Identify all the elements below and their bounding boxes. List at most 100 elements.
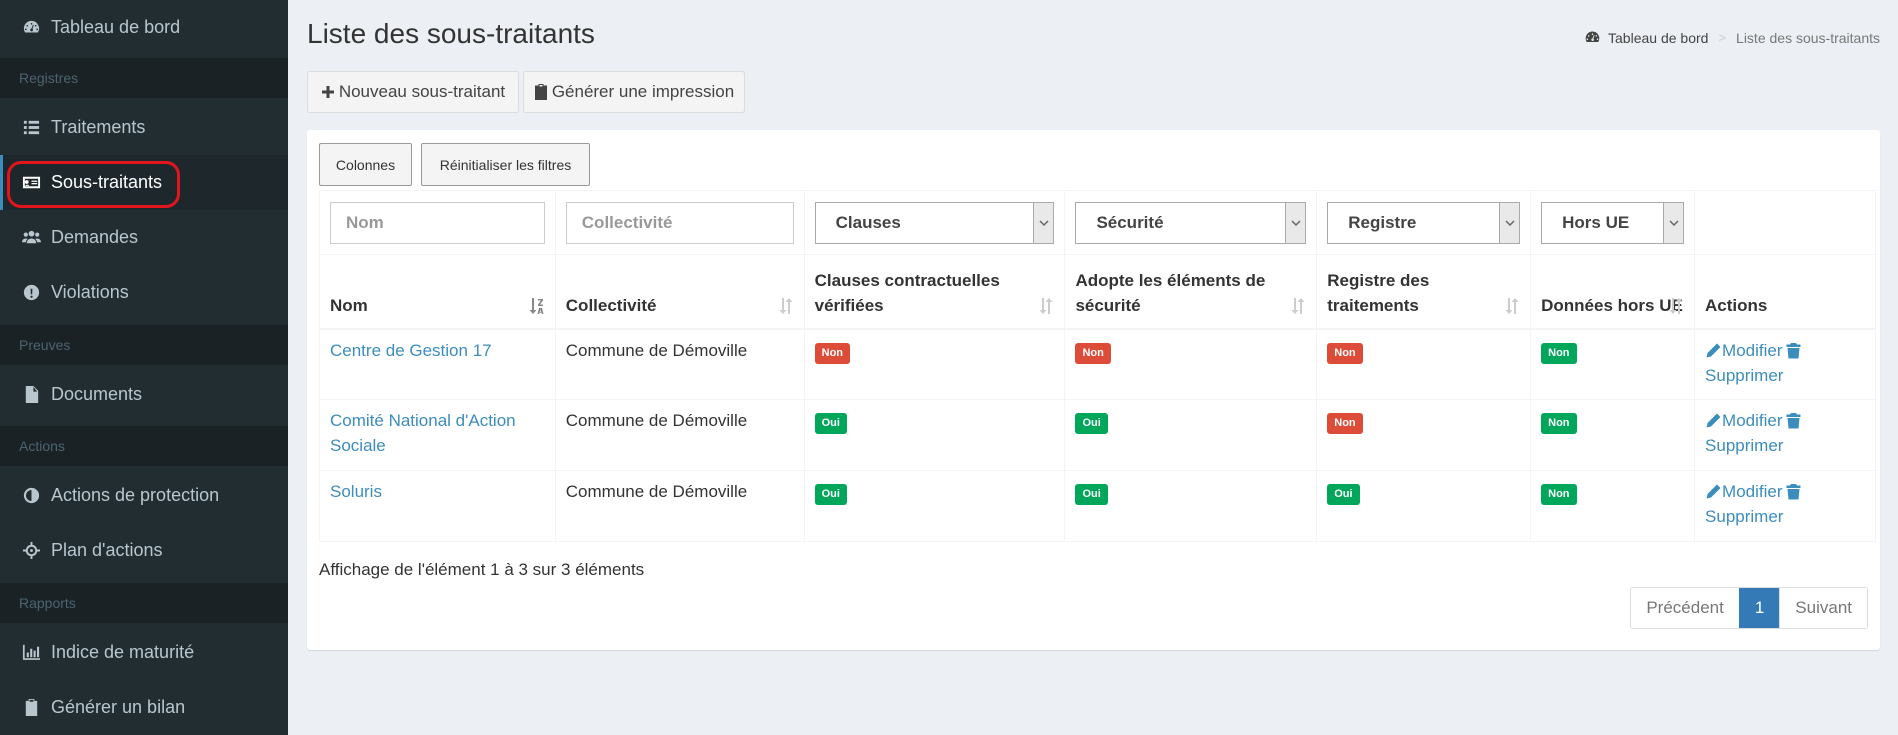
subcontractors-box: Colonnes Réinitialiser les filtres Nom C… [307,130,1880,650]
sidebar-item-violations[interactable]: Violations [0,265,288,320]
registre-filter-value: Registre [1348,212,1417,232]
sidebar-item-plan-actions[interactable]: Plan d'actions [0,523,288,578]
dashboard-icon [21,18,41,38]
column-header-collectivite[interactable]: Collectivité [554,254,805,330]
sidebar-item-traitements[interactable]: Traitements [0,100,288,155]
sidebar-item-dashboard[interactable]: Tableau de bord [0,0,288,55]
pencil-icon [1706,413,1721,428]
column-header-label: Nom [330,295,368,315]
column-header-clauses[interactable]: Clauses contractuelles vérifiées [803,254,1066,330]
pencil-icon [1706,484,1721,499]
delete-link[interactable]: Supprimer [1705,366,1783,385]
sort-icon [1504,296,1520,316]
id-card-icon [21,173,41,193]
status-badge: Oui [1075,413,1108,434]
sidebar-section-actions: Actions [0,426,288,466]
sidebar-item-label: Sous-traitants [51,172,163,192]
status-badge: Non [1075,342,1111,364]
edit-link[interactable]: Modifier [1705,338,1783,363]
sidebar-item-label: Indice de maturité [51,642,195,662]
print-button[interactable]: Générer une impression [523,71,745,113]
delete-link[interactable]: Supprimer [1705,507,1783,526]
list-icon [21,118,41,138]
sidebar-item-label: Plan d'actions [51,540,163,560]
securite-filter-select[interactable]: Sécurité [1075,201,1307,244]
column-header-label: Adopte les éléments de sécurité [1075,270,1266,315]
sidebar-item-documents[interactable]: Documents [0,367,288,422]
reset-filters-button[interactable]: Réinitialiser les filtres [421,143,590,186]
subcontractor-name-link[interactable]: Soluris [330,482,382,501]
sidebar-item-demandes[interactable]: Demandes [0,210,288,265]
status-badge: Non [1327,413,1363,434]
clipboard-icon [21,698,41,718]
status-badge: Non [1327,342,1363,364]
sidebar-section-preuves: Preuves [0,325,288,365]
trash-icon[interactable] [1785,483,1802,500]
adjust-icon [21,486,41,506]
registre-filter-select[interactable]: Registre [1327,201,1521,244]
trash-icon[interactable] [1785,342,1802,359]
table-row: Comité National d'Action Sociale Commune… [319,399,1876,471]
trash-icon[interactable] [1785,412,1802,429]
status-badge: Oui [814,413,847,434]
breadcrumb-current: Liste des sous-traitants [1736,29,1880,46]
delete-link[interactable]: Supprimer [1705,436,1783,455]
header-row: Nom Collectivité Clauses contractuelles … [319,254,1876,330]
new-subcontractor-label: Nouveau sous-traitant [338,82,506,101]
collectivite-filter-input[interactable]: Collectivité [565,201,794,244]
column-header-actions: Actions [1694,254,1876,330]
column-header-hors-ue[interactable]: Données hors UE [1530,254,1696,330]
column-header-label: Collectivité [565,295,657,315]
chevron-down-icon [1663,202,1684,243]
status-badge: Oui [1327,484,1360,505]
breadcrumb-home[interactable]: Tableau de bord [1584,29,1708,46]
edit-label: Modifier [1722,482,1783,501]
table-row: Soluris Commune de Démoville Oui Oui Oui… [319,470,1876,542]
page-1-button[interactable]: 1 [1738,588,1780,628]
filter-row: Nom Collectivité Clauses Sécurité Regist… [319,190,1876,255]
sidebar-item-label: Tableau de bord [51,17,181,37]
next-page-button[interactable]: Suivant [1779,588,1867,628]
chevron-down-icon [1033,202,1054,243]
nom-filter-input[interactable]: Nom [330,201,545,244]
exclamation-circle-icon [21,283,41,303]
column-header-nom[interactable]: Nom [319,254,556,330]
column-header-registre[interactable]: Registre des traitements [1316,254,1532,330]
column-header-label: Données hors UE [1541,295,1683,315]
dashboard-icon [1585,31,1600,43]
subcontractor-name-link[interactable]: Centre de Gestion 17 [330,341,492,360]
sidebar-item-label: Traitements [51,117,146,137]
column-header-securite[interactable]: Adopte les éléments de sécurité [1064,254,1318,330]
new-subcontractor-button[interactable]: Nouveau sous-traitant [307,71,519,113]
sort-icon [778,296,794,316]
collectivite-cell: Commune de Démoville [565,340,748,360]
sidebar-section-rapports: Rapports [0,583,288,623]
edit-link[interactable]: Modifier [1705,479,1783,504]
sidebar-item-indice-maturite[interactable]: Indice de maturité [0,625,288,680]
file-icon [21,385,41,405]
hors-ue-filter-select[interactable]: Hors UE [1541,201,1685,244]
sidebar: Tableau de bord Registres Traitements So… [0,0,288,735]
edit-link[interactable]: Modifier [1705,408,1783,433]
subcontractors-table: Nom Collectivité Clauses Sécurité Regist… [319,190,1876,542]
clauses-filter-select[interactable]: Clauses [814,201,1055,244]
sidebar-item-sous-traitants[interactable]: Sous-traitants [0,155,288,210]
sort-alpha-icon [529,296,545,316]
collectivite-cell: Commune de Démoville [565,482,748,501]
status-badge: Oui [814,484,847,505]
edit-label: Modifier [1722,411,1783,430]
clipboard-icon [534,84,547,100]
previous-page-button[interactable]: Précédent [1631,588,1739,628]
securite-filter-value: Sécurité [1096,212,1164,232]
edit-label: Modifier [1722,340,1783,360]
sidebar-item-label: Demandes [51,227,139,247]
sidebar-item-label: Générer un bilan [51,697,186,717]
sidebar-section-registres: Registres [0,58,288,98]
sidebar-item-actions-protection[interactable]: Actions de protection [0,468,288,523]
column-header-label: Clauses contractuelles vérifiées [814,270,1000,315]
table-info: Affichage de l'élément 1 à 3 sur 3 éléme… [319,560,645,579]
sidebar-item-generer-bilan[interactable]: Générer un bilan [0,680,288,735]
pencil-icon [1706,343,1721,357]
subcontractor-name-link[interactable]: Comité National d'Action Sociale [330,411,516,455]
columns-button[interactable]: Colonnes [319,143,412,186]
